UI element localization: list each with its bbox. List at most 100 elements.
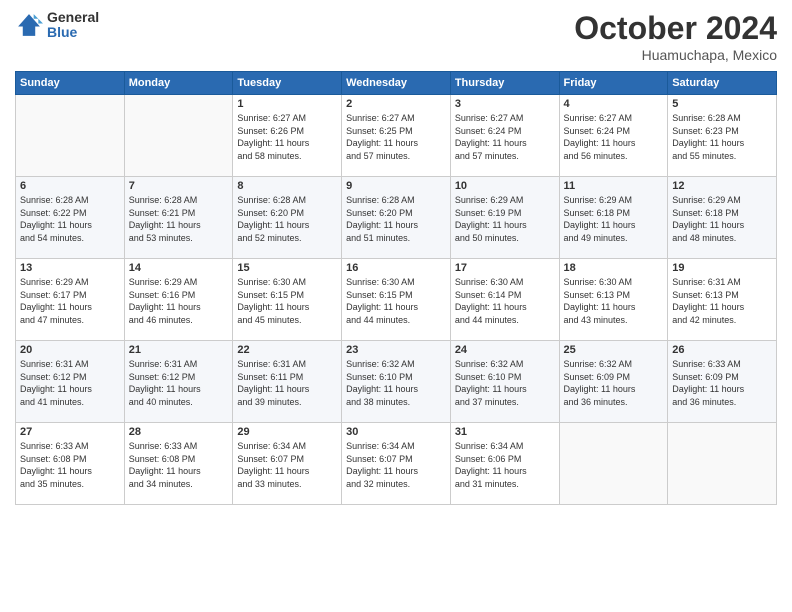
day-number: 12 — [672, 180, 772, 192]
col-header-wednesday: Wednesday — [342, 72, 451, 95]
calendar-cell: 6 Sunrise: 6:28 AM Sunset: 6:22 PM Daylig… — [16, 177, 125, 259]
day-number: 29 — [237, 426, 337, 438]
day-info: Sunrise: 6:32 AM Sunset: 6:09 PM Dayligh… — [564, 358, 664, 408]
calendar-cell: 29 Sunrise: 6:34 AM Sunset: 6:07 PM Dayli… — [233, 423, 342, 505]
day-number: 5 — [672, 98, 772, 110]
day-number: 8 — [237, 180, 337, 192]
day-info: Sunrise: 6:30 AM Sunset: 6:15 PM Dayligh… — [346, 276, 446, 326]
day-number: 9 — [346, 180, 446, 192]
day-info: Sunrise: 6:34 AM Sunset: 6:07 PM Dayligh… — [346, 440, 446, 490]
day-info: Sunrise: 6:29 AM Sunset: 6:17 PM Dayligh… — [20, 276, 120, 326]
header: General Blue October 2024 Huamuchapa, Me… — [15, 10, 777, 63]
day-info: Sunrise: 6:33 AM Sunset: 6:08 PM Dayligh… — [20, 440, 120, 490]
page-container: General Blue October 2024 Huamuchapa, Me… — [0, 0, 792, 612]
day-info: Sunrise: 6:28 AM Sunset: 6:20 PM Dayligh… — [346, 194, 446, 244]
day-info: Sunrise: 6:29 AM Sunset: 6:18 PM Dayligh… — [672, 194, 772, 244]
calendar-week-row: 13 Sunrise: 6:29 AM Sunset: 6:17 PM Dayli… — [16, 259, 777, 341]
day-info: Sunrise: 6:31 AM Sunset: 6:13 PM Dayligh… — [672, 276, 772, 326]
calendar-week-row: 6 Sunrise: 6:28 AM Sunset: 6:22 PM Daylig… — [16, 177, 777, 259]
calendar-cell: 1 Sunrise: 6:27 AM Sunset: 6:26 PM Daylig… — [233, 95, 342, 177]
calendar-cell: 20 Sunrise: 6:31 AM Sunset: 6:12 PM Dayli… — [16, 341, 125, 423]
col-header-thursday: Thursday — [450, 72, 559, 95]
day-number: 20 — [20, 344, 120, 356]
day-number: 19 — [672, 262, 772, 274]
calendar-cell: 5 Sunrise: 6:28 AM Sunset: 6:23 PM Daylig… — [668, 95, 777, 177]
calendar-cell: 28 Sunrise: 6:33 AM Sunset: 6:08 PM Dayli… — [124, 423, 233, 505]
day-info: Sunrise: 6:28 AM Sunset: 6:22 PM Dayligh… — [20, 194, 120, 244]
col-header-friday: Friday — [559, 72, 668, 95]
day-info: Sunrise: 6:29 AM Sunset: 6:18 PM Dayligh… — [564, 194, 664, 244]
day-info: Sunrise: 6:33 AM Sunset: 6:08 PM Dayligh… — [129, 440, 229, 490]
calendar-cell: 10Sunrise: 6:29 AM Sunset: 6:19 PM Dayli… — [450, 177, 559, 259]
day-info: Sunrise: 6:27 AM Sunset: 6:24 PM Dayligh… — [564, 112, 664, 162]
logo-blue-text: Blue — [47, 25, 99, 40]
day-number: 30 — [346, 426, 446, 438]
day-number: 6 — [20, 180, 120, 192]
calendar-cell: 31 Sunrise: 6:34 AM Sunset: 6:06 PM Dayli… — [450, 423, 559, 505]
day-number: 17 — [455, 262, 555, 274]
day-info: Sunrise: 6:30 AM Sunset: 6:15 PM Dayligh… — [237, 276, 337, 326]
day-number: 25 — [564, 344, 664, 356]
day-number: 21 — [129, 344, 229, 356]
day-info: Sunrise: 6:28 AM Sunset: 6:23 PM Dayligh… — [672, 112, 772, 162]
calendar-cell: 13 Sunrise: 6:29 AM Sunset: 6:17 PM Dayli… — [16, 259, 125, 341]
logo-general-text: General — [47, 10, 99, 25]
location: Huamuchapa, Mexico — [574, 47, 777, 63]
calendar-week-row: 1 Sunrise: 6:27 AM Sunset: 6:26 PM Daylig… — [16, 95, 777, 177]
day-number: 27 — [20, 426, 120, 438]
calendar-cell: 19 Sunrise: 6:31 AM Sunset: 6:13 PM Dayli… — [668, 259, 777, 341]
day-info: Sunrise: 6:29 AM Sunset: 6:16 PM Dayligh… — [129, 276, 229, 326]
calendar-cell: 25 Sunrise: 6:32 AM Sunset: 6:09 PM Dayli… — [559, 341, 668, 423]
calendar-header-row: SundayMondayTuesdayWednesdayThursdayFrid… — [16, 72, 777, 95]
day-number: 13 — [20, 262, 120, 274]
calendar-cell: 15Sunrise: 6:30 AM Sunset: 6:15 PM Dayli… — [233, 259, 342, 341]
day-number: 26 — [672, 344, 772, 356]
calendar-cell: 12 Sunrise: 6:29 AM Sunset: 6:18 PM Dayli… — [668, 177, 777, 259]
day-number: 7 — [129, 180, 229, 192]
col-header-tuesday: Tuesday — [233, 72, 342, 95]
day-info: Sunrise: 6:29 AM Sunset: 6:19 PM Dayligh… — [455, 194, 555, 244]
col-header-saturday: Saturday — [668, 72, 777, 95]
calendar-cell: 21 Sunrise: 6:31 AM Sunset: 6:12 PM Dayli… — [124, 341, 233, 423]
calendar-week-row: 20 Sunrise: 6:31 AM Sunset: 6:12 PM Dayli… — [16, 341, 777, 423]
day-info: Sunrise: 6:32 AM Sunset: 6:10 PM Dayligh… — [346, 358, 446, 408]
calendar-cell: 16 Sunrise: 6:30 AM Sunset: 6:15 PM Dayli… — [342, 259, 451, 341]
day-number: 11 — [564, 180, 664, 192]
month-title: October 2024 — [574, 10, 777, 47]
day-info: Sunrise: 6:31 AM Sunset: 6:11 PM Dayligh… — [237, 358, 337, 408]
day-number: 31 — [455, 426, 555, 438]
calendar-week-row: 27 Sunrise: 6:33 AM Sunset: 6:08 PM Dayli… — [16, 423, 777, 505]
calendar-cell: 8 Sunrise: 6:28 AM Sunset: 6:20 PM Daylig… — [233, 177, 342, 259]
day-info: Sunrise: 6:28 AM Sunset: 6:21 PM Dayligh… — [129, 194, 229, 244]
day-info: Sunrise: 6:34 AM Sunset: 6:07 PM Dayligh… — [237, 440, 337, 490]
day-info: Sunrise: 6:30 AM Sunset: 6:13 PM Dayligh… — [564, 276, 664, 326]
day-info: Sunrise: 6:28 AM Sunset: 6:20 PM Dayligh… — [237, 194, 337, 244]
day-number: 18 — [564, 262, 664, 274]
calendar-cell: 3Sunrise: 6:27 AM Sunset: 6:24 PM Daylig… — [450, 95, 559, 177]
calendar-cell: 11 Sunrise: 6:29 AM Sunset: 6:18 PM Dayli… — [559, 177, 668, 259]
day-number: 22 — [237, 344, 337, 356]
day-info: Sunrise: 6:31 AM Sunset: 6:12 PM Dayligh… — [20, 358, 120, 408]
calendar-cell: 24Sunrise: 6:32 AM Sunset: 6:10 PM Dayli… — [450, 341, 559, 423]
calendar-table: SundayMondayTuesdayWednesdayThursdayFrid… — [15, 71, 777, 505]
calendar-cell — [559, 423, 668, 505]
day-number: 1 — [237, 98, 337, 110]
day-info: Sunrise: 6:27 AM Sunset: 6:24 PM Dayligh… — [455, 112, 555, 162]
calendar-cell: 26 Sunrise: 6:33 AM Sunset: 6:09 PM Dayli… — [668, 341, 777, 423]
day-number: 16 — [346, 262, 446, 274]
day-number: 23 — [346, 344, 446, 356]
day-info: Sunrise: 6:31 AM Sunset: 6:12 PM Dayligh… — [129, 358, 229, 408]
calendar-cell: 18 Sunrise: 6:30 AM Sunset: 6:13 PM Dayli… — [559, 259, 668, 341]
day-number: 4 — [564, 98, 664, 110]
col-header-sunday: Sunday — [16, 72, 125, 95]
day-info: Sunrise: 6:33 AM Sunset: 6:09 PM Dayligh… — [672, 358, 772, 408]
day-number: 24 — [455, 344, 555, 356]
day-info: Sunrise: 6:34 AM Sunset: 6:06 PM Dayligh… — [455, 440, 555, 490]
day-info: Sunrise: 6:27 AM Sunset: 6:26 PM Dayligh… — [237, 112, 337, 162]
calendar-cell: 9 Sunrise: 6:28 AM Sunset: 6:20 PM Daylig… — [342, 177, 451, 259]
title-block: October 2024 Huamuchapa, Mexico — [574, 10, 777, 63]
calendar-cell: 7 Sunrise: 6:28 AM Sunset: 6:21 PM Daylig… — [124, 177, 233, 259]
day-number: 28 — [129, 426, 229, 438]
calendar-cell: 27 Sunrise: 6:33 AM Sunset: 6:08 PM Dayli… — [16, 423, 125, 505]
calendar-cell: 4 Sunrise: 6:27 AM Sunset: 6:24 PM Daylig… — [559, 95, 668, 177]
